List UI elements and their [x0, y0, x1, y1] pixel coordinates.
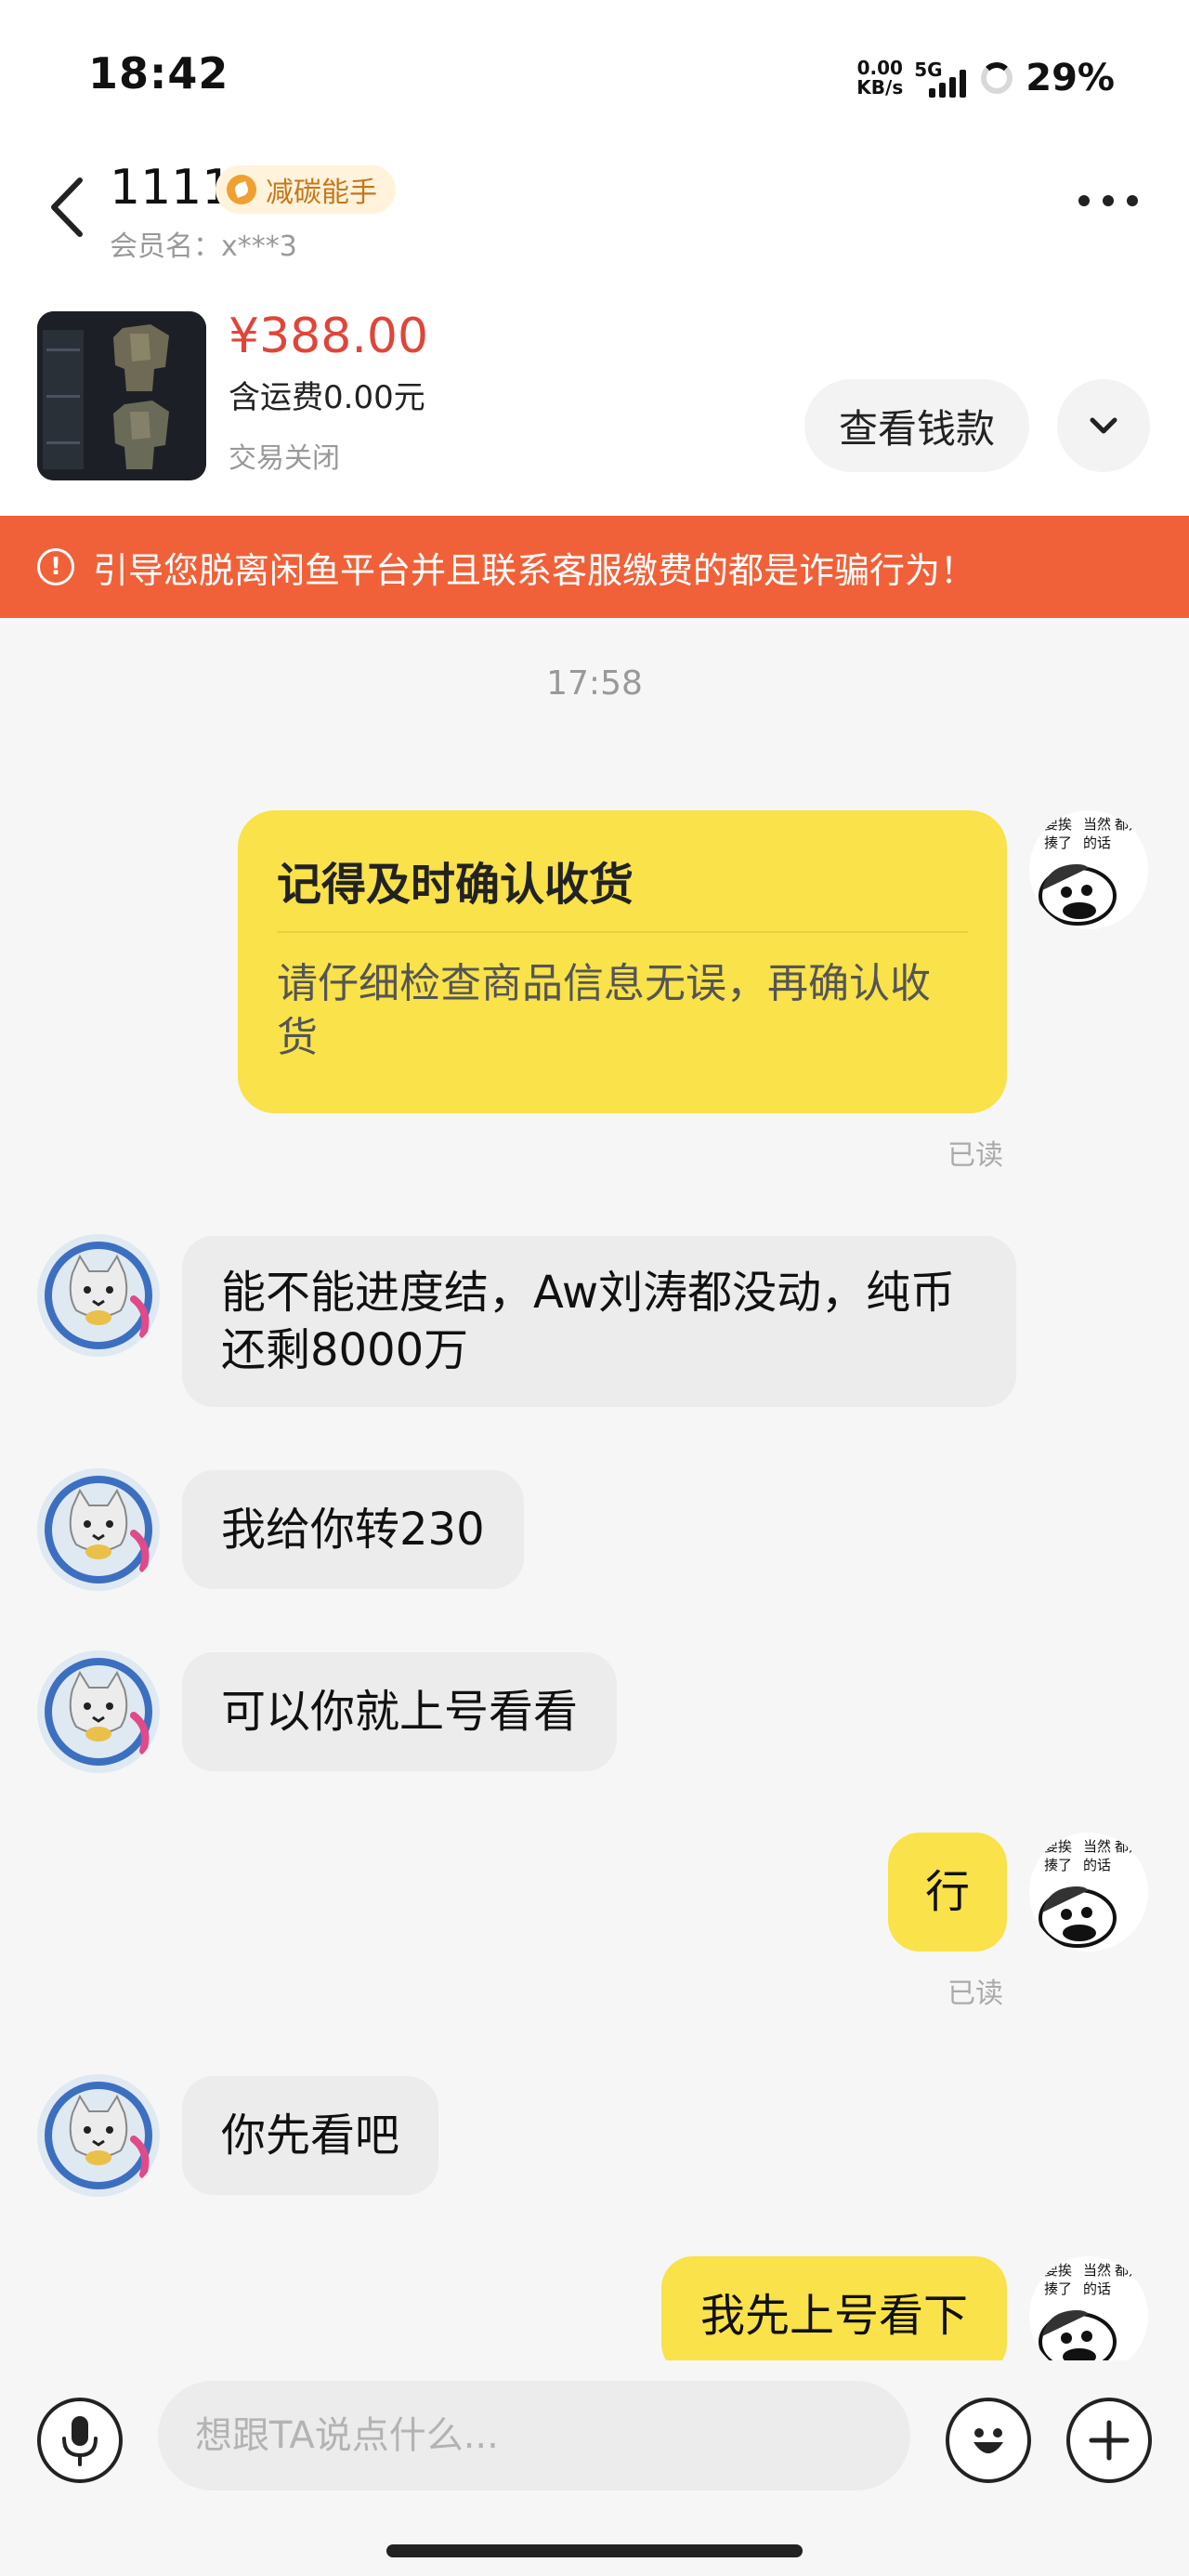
add-more-button[interactable]	[1066, 2398, 1152, 2483]
transaction-status: 交易关闭	[229, 442, 340, 475]
plus-icon	[1089, 2420, 1130, 2461]
chevron-down-icon	[1090, 417, 1117, 434]
message-text: 你先看吧	[221, 2109, 400, 2162]
more-options-icon[interactable]	[1078, 195, 1138, 206]
message-input[interactable]	[158, 2381, 910, 2491]
product-thumbnail[interactable]	[37, 311, 206, 480]
status-time: 18:42	[88, 48, 229, 99]
warning-text: 引导您脱离闲鱼平台并且联系客服缴费的都是诈骗行为！	[93, 549, 976, 591]
battery-icon	[981, 62, 1013, 94]
buyer-avatar[interactable]	[37, 1468, 160, 1591]
buyer-avatar[interactable]	[37, 1234, 160, 1357]
sticker-text: 当然	[1083, 1838, 1111, 1855]
sticker-text: 都是说些	[1115, 1838, 1148, 1855]
back-arrow-icon[interactable]	[46, 175, 87, 240]
chat-bubble-me[interactable]: 行	[888, 1833, 1007, 1952]
voice-button[interactable]	[37, 2398, 123, 2483]
buyer-avatar[interactable]	[37, 1650, 160, 1773]
my-avatar[interactable]: 要挨 当然 都是说些 揍了 的话	[1029, 1833, 1148, 1952]
network-speed-unit: KB/s	[856, 76, 904, 99]
message-text: 我先上号看下	[699, 2290, 968, 2342]
chat-bubble-me[interactable]: 我先上号看下	[660, 2256, 1007, 2375]
sticker-text: 当然	[1083, 2262, 1111, 2279]
sticker-text: 揍了	[1044, 1857, 1072, 1873]
expand-button[interactable]	[1057, 379, 1150, 472]
home-indicator[interactable]	[386, 2544, 803, 2557]
member-name: 会员名：x***3	[110, 230, 297, 263]
microphone-icon	[62, 2416, 98, 2466]
badge-label: 减碳能手	[266, 177, 377, 209]
battery-percent: 29%	[1026, 57, 1115, 99]
my-avatar[interactable]: 要挨 当然 都是说些 揍了 的话	[1029, 810, 1148, 929]
sticker-text: 都是说些	[1115, 816, 1148, 833]
sticker-text: 的话	[1083, 2280, 1111, 2297]
message-text: 行	[924, 1866, 970, 1918]
reminder-title: 记得及时确认收货	[277, 859, 634, 911]
chat-bubble-buyer[interactable]: 我给你转230	[182, 1470, 524, 1589]
warning-icon: !	[37, 548, 74, 585]
badge[interactable]: 减碳能手	[216, 165, 396, 214]
sticker-text: 要挨	[1044, 1838, 1072, 1855]
network-speed-value: 0.00	[856, 57, 903, 79]
fraud-warning-banner: ! 引导您脱离闲鱼平台并且联系客服缴费的都是诈骗行为！	[0, 516, 1189, 618]
emoji-icon	[973, 2428, 1003, 2453]
view-payment-button[interactable]: 查看钱款	[804, 379, 1029, 472]
sticker-text: 要挨	[1044, 816, 1072, 833]
message-text: 我给你转230	[221, 1504, 485, 1556]
read-receipt: 已读	[947, 1139, 1003, 1172]
product-price: ¥388.00	[229, 309, 429, 364]
network-speed: 0.00 KB/s	[856, 59, 903, 98]
sticker-text: 的话	[1083, 835, 1111, 851]
signal-icon: 5G	[914, 59, 968, 98]
seller-nickname[interactable]: 1111	[110, 160, 232, 216]
chat-bubble-buyer[interactable]: 可以你就上号看看	[182, 1652, 618, 1771]
buyer-avatar[interactable]	[37, 2074, 160, 2197]
reminder-body: 请仔细检查商品信息无误，再确认收货	[277, 960, 931, 1061]
signal-5g-label: 5G	[914, 59, 943, 81]
sticker-text: 要挨	[1044, 2262, 1072, 2279]
emoji-button[interactable]	[946, 2398, 1031, 2483]
reminder-divider	[277, 931, 968, 933]
my-avatar[interactable]: 要挨 当然 都是说些 揍了 的话	[1029, 2256, 1148, 2375]
chat-timestamp: 17:58	[546, 664, 643, 703]
sticker-text: 当然	[1083, 816, 1111, 833]
message-text: 可以你就上号看看	[221, 1686, 579, 1738]
sticker-text: 都是说些	[1115, 2262, 1148, 2279]
sticker-text: 揍了	[1044, 2280, 1072, 2297]
chat-bubble-buyer[interactable]: 能不能进度结，Aw刘涛都没动，纯币还剩8000万	[182, 1236, 1016, 1407]
receipt-reminder-card[interactable]: 记得及时确认收货 请仔细检查商品信息无误，再确认收货	[238, 810, 1007, 1113]
chat-bubble-buyer[interactable]: 你先看吧	[182, 2076, 439, 2195]
status-indicators: 0.00 KB/s 5G 29%	[856, 50, 1115, 106]
shipping-fee: 含运费0.00元	[229, 379, 425, 416]
read-receipt: 已读	[947, 1978, 1003, 2010]
sticker-text: 揍了	[1044, 835, 1072, 851]
leaf-icon	[227, 175, 256, 204]
sticker-text: 的话	[1083, 1857, 1111, 1873]
message-text: 能不能进度结，Aw刘涛都没动，纯币还剩8000万	[221, 1267, 956, 1376]
